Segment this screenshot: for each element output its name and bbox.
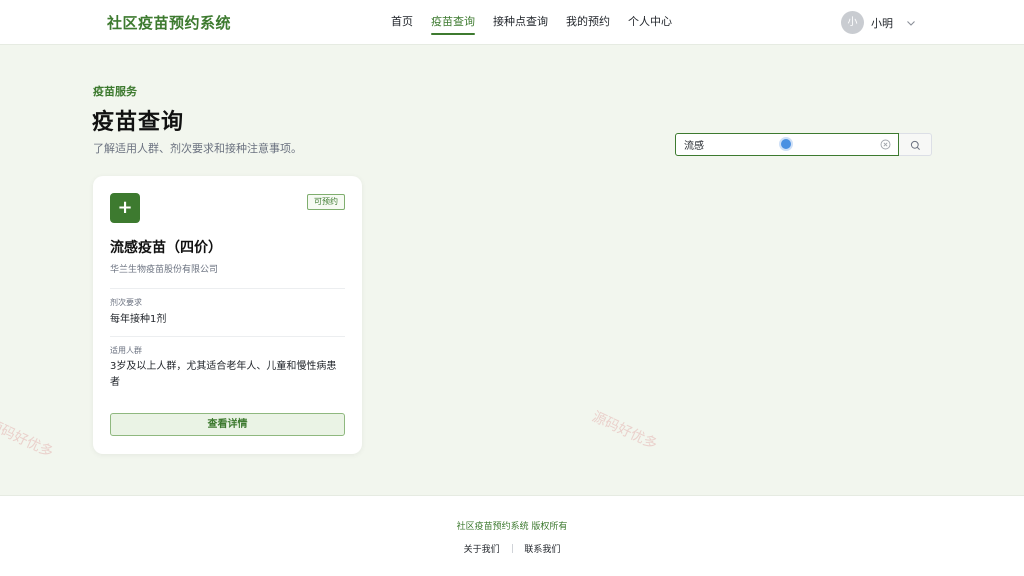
mouse-cursor-indicator (779, 137, 793, 151)
audience-label: 适用人群 (110, 346, 142, 355)
footer-link-about[interactable]: 关于我们 (464, 545, 500, 555)
footer-links: 关于我们 联系我们 (0, 542, 1024, 555)
top-header: 社区疫苗预约系统 首页 疫苗查询 接种点查询 我的预约 个人中心 小 小明 (0, 0, 1024, 45)
footer-copyright: 社区疫苗预约系统 版权所有 (456, 522, 568, 532)
plus-icon: + (110, 193, 140, 223)
divider (110, 336, 345, 337)
divider (110, 288, 345, 289)
clear-circle-icon[interactable] (880, 139, 891, 150)
vaccine-name: 流感疫苗（四价） (110, 240, 222, 256)
nav-item-vaccine-query[interactable]: 疫苗查询 (431, 0, 475, 45)
dose-label: 剂次要求 (110, 298, 142, 307)
page-subtitle: 了解适用人群、剂次要求和接种注意事项。 (93, 142, 302, 155)
watermark: 源码好优多 (589, 408, 660, 453)
vaccine-manufacturer: 华兰生物疫苗股份有限公司 (110, 265, 219, 275)
watermark: 源码好优多 (0, 416, 56, 461)
vaccine-card: + 可预约 流感疫苗（四价） 华兰生物疫苗股份有限公司 剂次要求 每年接种1剂 … (93, 176, 362, 454)
search-icon (910, 140, 920, 150)
chevron-down-icon (907, 20, 915, 26)
nav-item-personal-center[interactable]: 个人中心 (628, 0, 672, 45)
nav-item-home[interactable]: 首页 (391, 0, 413, 45)
search-button[interactable] (899, 133, 932, 156)
app-logo-title[interactable]: 社区疫苗预约系统 (107, 12, 231, 33)
page-footer: 社区疫苗预约系统 版权所有 关于我们 联系我们 (0, 495, 1024, 576)
nav-item-my-appointments[interactable]: 我的预约 (566, 0, 610, 45)
dose-value: 每年接种1剂 (110, 314, 167, 325)
section-eyebrow: 疫苗服务 (93, 85, 137, 98)
avatar: 小 (841, 11, 864, 34)
main-nav: 首页 疫苗查询 接种点查询 我的预约 个人中心 (391, 0, 690, 45)
footer-link-contact[interactable]: 联系我们 (524, 545, 560, 555)
user-menu[interactable]: 小 小明 (841, 11, 916, 34)
username: 小明 (871, 16, 893, 30)
nav-item-site-query[interactable]: 接种点查询 (493, 0, 548, 45)
footer-separator (511, 544, 513, 553)
page-title: 疫苗查询 (92, 110, 185, 135)
view-details-button[interactable]: 查看详情 (110, 413, 345, 436)
status-badge: 可预约 (307, 194, 345, 210)
audience-value: 3岁及以上人群，尤其适合老年人、儿童和慢性病患者 (110, 361, 337, 388)
